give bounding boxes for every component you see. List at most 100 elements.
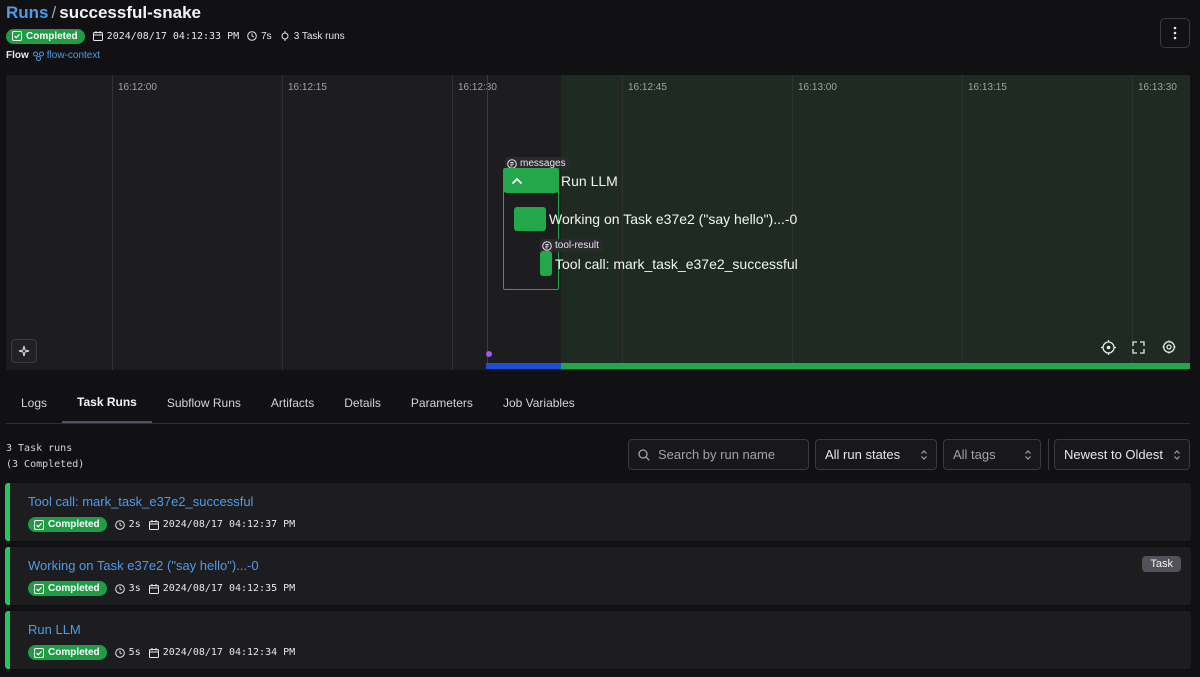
auto-layout-button[interactable]: [11, 339, 37, 363]
task-run-link[interactable]: Run LLM: [28, 622, 81, 637]
task-run-link[interactable]: Tool call: mark_task_e37e2_successful: [28, 494, 253, 509]
task-run-duration: 2s: [114, 519, 141, 530]
timeline-settings-button[interactable]: [1156, 335, 1182, 359]
clock-icon: [247, 31, 257, 41]
chevron-up-down-icon: [1174, 450, 1180, 460]
breadcrumb-separator: /: [51, 3, 57, 22]
flow-link[interactable]: flow-context: [32, 50, 100, 61]
task-run-row: Tool call: mark_task_e37e2_successful Co…: [5, 483, 1191, 541]
task-run-time: 2024/08/17 04:12:34 PM: [148, 647, 296, 658]
start-time: 2024/08/17 04:12:33 PM: [92, 31, 239, 42]
state-badge-label: Completed: [26, 30, 78, 42]
state-badge-label: Completed: [48, 519, 100, 530]
task-node-working[interactable]: [514, 207, 546, 231]
task-run-time-text: 2024/08/17 04:12:35 PM: [162, 583, 296, 594]
time-tick: 16:12:15: [288, 82, 327, 93]
node-label-working[interactable]: Working on Task e37e2 ("say hello")...-0: [549, 211, 797, 227]
task-run-duration-text: 3s: [128, 583, 141, 594]
gridline: [112, 75, 113, 370]
state-badge: Completed: [6, 28, 85, 44]
run-timeline[interactable]: 16:12:00 16:12:15 16:12:30 16:12:45 16:1…: [6, 75, 1190, 370]
clock-icon: [114, 583, 125, 594]
chevron-up-down-icon: [921, 450, 927, 460]
clock-icon: [114, 519, 125, 530]
check-icon: [34, 583, 44, 594]
task-run-time-text: 2024/08/17 04:12:34 PM: [162, 647, 296, 658]
breadcrumb-runs-link[interactable]: Runs: [6, 3, 49, 22]
kebab-menu-icon: [1173, 26, 1177, 40]
chevron-up-icon: [511, 177, 523, 184]
timeline-progress-completed: [561, 363, 1190, 369]
time-tick: 16:13:00: [798, 82, 837, 93]
sort-select[interactable]: Newest to Oldest: [1054, 439, 1190, 470]
flow-icon: [32, 51, 44, 61]
task-run-time: 2024/08/17 04:12:35 PM: [148, 583, 296, 594]
search-icon: [638, 448, 650, 461]
clock-icon: [114, 647, 125, 658]
task-run-count-text: 3 Task runs: [293, 30, 345, 42]
gridline: [282, 75, 283, 370]
timeline-progress-pending: [486, 363, 561, 369]
gear-icon: [1162, 340, 1176, 354]
collapse-run-llm-button[interactable]: [503, 168, 559, 193]
tab-details[interactable]: Details: [329, 383, 396, 423]
state-badge-label: Completed: [48, 647, 100, 658]
page-title: successful-snake: [59, 3, 201, 22]
tab-job-variables[interactable]: Job Variables: [488, 383, 590, 423]
expand-icon: [1131, 340, 1145, 354]
sort-select-value: Newest to Oldest: [1064, 447, 1163, 462]
fullscreen-button[interactable]: [1125, 335, 1151, 359]
time-tick: 16:13:15: [968, 82, 1007, 93]
task-tag: Task: [1142, 556, 1181, 572]
node-label-tool-call[interactable]: Tool call: mark_task_e37e2_successful: [555, 256, 798, 272]
node-label-run-llm[interactable]: Run LLM: [561, 173, 618, 189]
tags-select[interactable]: All tags: [943, 439, 1041, 470]
state-badge: Completed: [28, 517, 107, 532]
task-run-meta: Completed 3s 2024/08/17 04:12:35 PM: [28, 581, 295, 596]
tab-parameters[interactable]: Parameters: [396, 383, 488, 423]
flow-label: Flow: [6, 50, 29, 61]
task-run-link[interactable]: Working on Task e37e2 ("say hello")...-0: [28, 558, 259, 573]
task-run-count: 3 Task runs: [280, 31, 345, 42]
run-tabs: Logs Task Runs Subflow Runs Artifacts De…: [6, 383, 1190, 424]
playhead-line: [487, 75, 488, 365]
tab-artifacts[interactable]: Artifacts: [256, 383, 329, 423]
check-icon: [12, 31, 22, 41]
task-run-meta: Completed 2s 2024/08/17 04:12:37 PM: [28, 517, 295, 532]
gridline: [452, 75, 453, 370]
tab-subflow-runs[interactable]: Subflow Runs: [152, 383, 256, 423]
state-badge: Completed: [28, 581, 107, 596]
more-options-button[interactable]: [1160, 18, 1190, 48]
tab-task-runs[interactable]: Task Runs: [62, 383, 152, 423]
task-run-meta: Completed 5s 2024/08/17 04:12:34 PM: [28, 645, 295, 660]
run-state-select[interactable]: All run states: [815, 439, 937, 470]
search-box: [628, 439, 809, 470]
check-icon: [34, 647, 44, 658]
task-icon: [281, 31, 289, 41]
task-run-row: Run LLM Completed 5s 2024/08/17 04:12:34…: [5, 611, 1191, 669]
duration-text: 7s: [261, 30, 272, 42]
artifact-tool-result-label: tool-result: [555, 240, 599, 251]
recenter-button[interactable]: [1095, 335, 1121, 359]
calendar-icon: [148, 647, 159, 658]
task-run-row: Working on Task e37e2 ("say hello")...-0…: [5, 547, 1191, 605]
task-run-total: 3 Task runs: [6, 443, 73, 454]
calendar-icon: [148, 583, 159, 594]
sparkle-icon: [18, 345, 30, 357]
playhead-marker[interactable]: [486, 351, 492, 357]
task-node-tool-call[interactable]: [540, 251, 552, 276]
task-run-summary: 3 Task runs (3 Completed): [6, 441, 84, 473]
calendar-icon: [148, 519, 159, 530]
gridline: [962, 75, 963, 370]
tags-select-value: All tags: [953, 447, 996, 462]
tab-logs[interactable]: Logs: [6, 383, 62, 423]
state-badge-label: Completed: [48, 583, 100, 594]
gridline: [1132, 75, 1133, 370]
task-run-duration-text: 5s: [128, 647, 141, 658]
time-tick: 16:12:30: [458, 82, 497, 93]
time-tick: 16:13:30: [1138, 82, 1177, 93]
breadcrumb: Runs / successful-snake: [6, 3, 201, 23]
filter-divider: [1048, 439, 1049, 470]
search-input[interactable]: [658, 447, 798, 462]
time-tick: 16:12:45: [628, 82, 667, 93]
